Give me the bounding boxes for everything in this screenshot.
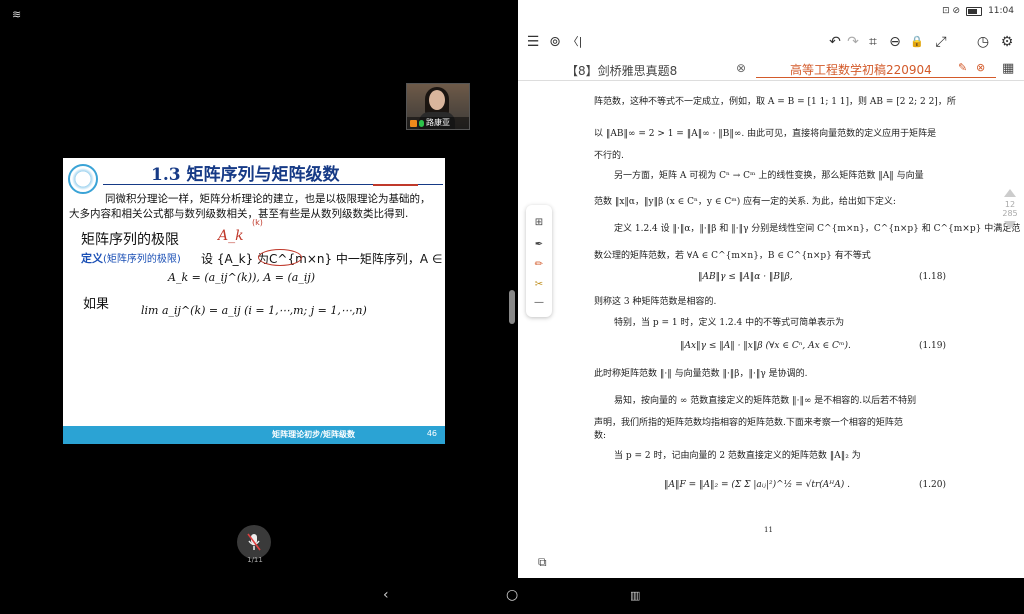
crop-icon[interactable]: ⌗ <box>864 33 882 51</box>
participant-name: 路康亚 <box>426 118 450 127</box>
doc-line: 不行的. <box>594 151 624 161</box>
handwritten-circle <box>258 249 302 266</box>
line-tool-icon[interactable]: — <box>531 295 547 311</box>
slide-page-number: 46 <box>426 429 437 438</box>
slide-footer: 矩阵理论初步/矩阵级数 46 <box>63 426 445 444</box>
equation: ‖Ax‖γ ≤ ‖A‖ · ‖x‖β (∀x ∈ Cⁿ, Ax ∈ Cᵐ). <box>680 341 851 351</box>
app-toolbar: ☰ ⊚ 〈| ↶ ↷ ⌗ ⊖ 🔒 ⤢ ◷ ⚙ <box>518 30 1024 56</box>
nav-back-icon[interactable]: ‹ <box>383 587 389 603</box>
multi-window-icon[interactable]: ⧉ <box>538 555 547 570</box>
page-down-icon[interactable] <box>1004 221 1016 229</box>
doc-page-number: 11 <box>764 526 773 534</box>
tab-ielts[interactable]: 【8】剑桥雅思真题8 <box>566 62 677 79</box>
close-tab-icon[interactable]: ⊗ <box>736 61 746 75</box>
microphone-active-icon <box>419 119 424 127</box>
handwritten-annotation: A_k <box>218 228 244 244</box>
nav-recent-icon[interactable]: ▥ <box>630 589 640 602</box>
host-icon <box>410 119 417 127</box>
doc-line: 易知，按向量的 ∞ 范数直接定义的矩阵范数 ‖·‖∞ 是不相容的.以后若不特别 <box>614 396 917 406</box>
grid-view-icon[interactable]: ▦ <box>1002 61 1014 76</box>
note-app-pane: ⊡ ⊘ 11:04 ☰ ⊚ 〈| ↶ ↷ ⌗ ⊖ 🔒 ⤢ ◷ ⚙ 【8】剑桥雅思… <box>518 0 1024 578</box>
edit-icon[interactable]: ✎ <box>958 61 967 74</box>
split-divider <box>506 0 518 578</box>
doc-line: 以 ‖AB‖∞ = 2 > 1 = ‖A‖∞ · ‖B‖∞. 由此可见，直接将向… <box>594 129 937 139</box>
total-pages: 285 <box>1002 209 1018 218</box>
floating-pen-toolbar: ⊞ ✒ ✏ ✂ — <box>526 205 552 317</box>
slide-title: 1.3 矩阵序列与矩阵级数 <box>151 165 340 185</box>
status-bar: ⊡ ⊘ 11:04 <box>942 6 1014 16</box>
tab-engineering-math[interactable]: 高等工程数学初稿220904 <box>790 61 932 78</box>
doc-line: 当 p = 2 时，记由向量的 2 范数直接定义的矩阵范数 ‖A‖₂ 为 <box>614 451 861 461</box>
menu-icon[interactable]: ☰ <box>524 33 542 51</box>
status-icons: ⊡ ⊘ <box>942 6 961 16</box>
clock-icon[interactable]: ◷ <box>974 33 992 51</box>
doc-line: 数: <box>594 431 607 441</box>
participant-count: 1/11 <box>247 556 263 564</box>
formula: A_k = (a_ij^(k)), A = (a_ij) <box>168 271 316 284</box>
document-tabs: 【8】剑桥雅思真题8 ⊗ 高等工程数学初稿220904 ✎ ⊗ ▦ <box>518 58 1024 81</box>
active-tab-underline <box>756 77 996 78</box>
layers-icon[interactable]: ⊚ <box>546 33 564 51</box>
definition-text: 设 {A_k} 为C^{m×n} 中一矩阵序列，A ∈ C^{m×n}， <box>201 252 445 266</box>
doc-line: 另一方面，矩阵 A 可视为 Cⁿ → Cᵐ 上的线性变换，那么矩阵范数 ‖A‖ … <box>614 171 924 181</box>
doc-definition: 定义 1.2.4 设 ‖·‖α，‖·‖β 和 ‖·‖γ 分别是线性空间 C^{m… <box>614 224 1021 234</box>
page-up-icon[interactable] <box>1004 189 1016 197</box>
highlighter-icon[interactable]: ✏ <box>531 257 547 273</box>
current-page: 12 <box>1004 200 1016 209</box>
participant-video-thumbnail[interactable]: 路康亚 <box>406 83 470 130</box>
university-logo-icon <box>68 164 98 194</box>
doc-line: 则称这 3 种矩阵范数是相容的. <box>594 297 717 307</box>
microphone-muted-icon <box>247 533 261 551</box>
wifi-icon: ≋ <box>12 8 22 21</box>
equation-number: (1.18) <box>918 272 946 282</box>
split-resize-handle[interactable] <box>509 290 515 324</box>
collapse-icon[interactable]: 〈| <box>566 33 584 51</box>
shared-slide: 1.3 矩阵序列与矩阵级数 同微积分理论一样，矩阵分析理论的建立，也是以极限理论… <box>63 158 445 444</box>
doc-line: 特别，当 p = 1 时，定义 1.2.4 中的不等式可简单表示为 <box>614 318 845 328</box>
definition-label: 定义(矩阵序列的极限) <box>81 250 181 266</box>
doc-line: 此时称矩阵范数 ‖·‖ 与向量范数 ‖·‖β，‖·‖γ 是协调的. <box>594 369 808 379</box>
equation-number: (1.20) <box>918 480 946 490</box>
doc-line: 阵范数，这种不等式不一定成立，例如，取 A = B = [1 1; 1 1]，则… <box>594 97 956 107</box>
redo-icon[interactable]: ↷ <box>844 33 862 51</box>
status-time: 11:04 <box>988 6 1014 16</box>
participant-name-bar: 路康亚 <box>407 117 469 129</box>
equation: ‖A‖F = ‖A‖₂ = (Σ Σ |aᵢⱼ|²)^½ = √tr(AᴴA) … <box>664 480 850 490</box>
equation: ‖AB‖γ ≤ ‖A‖α · ‖B‖β, <box>698 272 793 282</box>
nav-home-icon[interactable]: ○ <box>506 587 518 603</box>
definition-word: 定义 <box>81 252 103 265</box>
expand-icon[interactable]: ⤢ <box>932 33 950 51</box>
definition-paren: (矩阵序列的极限) <box>103 254 181 265</box>
doc-line: 范数 ‖x‖α，‖y‖β (x ∈ Cⁿ，y ∈ Cᵐ) 应有一定的关系. 为此… <box>594 197 896 207</box>
system-nav-bar: ‹ ○ ▥ <box>0 578 1024 614</box>
pen-icon[interactable]: ✒ <box>531 237 547 253</box>
page-scroller[interactable]: 12 285 <box>996 183 1024 243</box>
lasso-icon[interactable]: ⊖ <box>886 33 904 51</box>
video-conference-pane: ≋ 路康亚 1.3 矩阵序列与矩阵级数 同微积分理论一样，矩阵分析理论的建立，也… <box>0 0 506 578</box>
microphone-button[interactable] <box>237 525 271 559</box>
add-page-icon[interactable]: ⊞ <box>531 215 547 231</box>
equation-number: (1.19) <box>918 341 946 351</box>
lock-icon[interactable]: 🔒 <box>908 33 926 51</box>
slide-text: 如果 <box>83 297 110 312</box>
slide-footer-title: 矩阵理论初步/矩阵级数 <box>272 430 355 439</box>
slide-paragraph: 同微积分理论一样，矩阵分析理论的建立，也是以极限理论为基础的， <box>105 193 431 205</box>
doc-line: 声明，我们所指的矩阵范数均指相容的矩阵范数.下面来考察一个相容的矩阵范 <box>594 418 903 428</box>
close-tab-icon[interactable]: ⊗ <box>976 61 985 74</box>
handwritten-annotation: (k) <box>252 218 263 227</box>
doc-line: 数公理的矩阵范数，若 ∀A ∈ C^{m×n}，B ∈ C^{n×p} 有不等式 <box>594 251 871 261</box>
battery-icon <box>966 6 983 16</box>
title-accent <box>373 184 418 186</box>
settings-icon[interactable]: ⚙ <box>998 33 1016 51</box>
undo-icon[interactable]: ↶ <box>826 33 844 51</box>
marker-icon[interactable]: ✂ <box>531 277 547 293</box>
limit-formula: lim a_ij^(k) = a_ij (i = 1,⋯,m; j = 1,⋯,… <box>141 304 367 317</box>
slide-paragraph: 大多内容和相关公式都与数列级数相关，甚至有些是从数列级数类比得到. <box>69 208 409 220</box>
slide-heading: 矩阵序列的极限 <box>81 232 179 248</box>
